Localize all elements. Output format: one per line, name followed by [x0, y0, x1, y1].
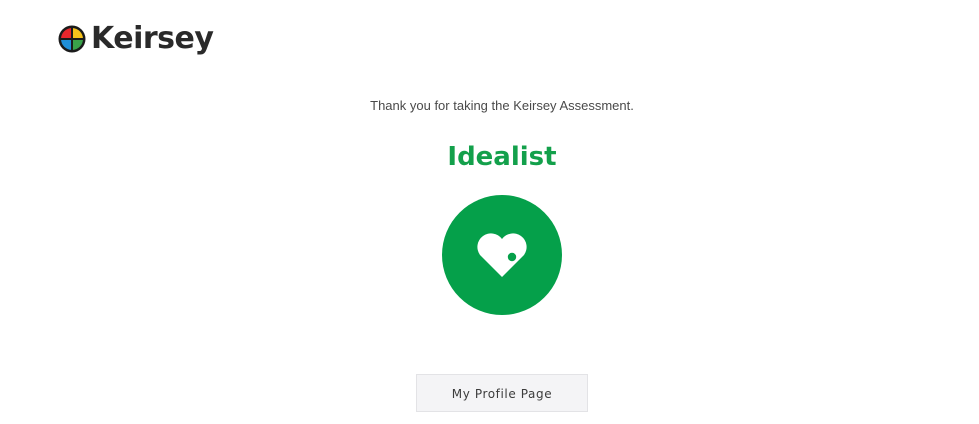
thank-you-message: Thank you for taking the Keirsey Assessm… [370, 98, 634, 113]
quartered-color-circle-icon [58, 25, 86, 53]
results-page: Keirsey Thank you for taking the Keirsey… [0, 0, 979, 424]
my-profile-page-button[interactable]: My Profile Page [416, 374, 588, 412]
temperament-title: Idealist [447, 142, 557, 172]
keirsey-logo[interactable]: Keirsey [58, 20, 214, 58]
heart-icon [477, 233, 527, 277]
temperament-badge [442, 195, 562, 315]
logo-wordmark: Keirsey [91, 21, 214, 56]
